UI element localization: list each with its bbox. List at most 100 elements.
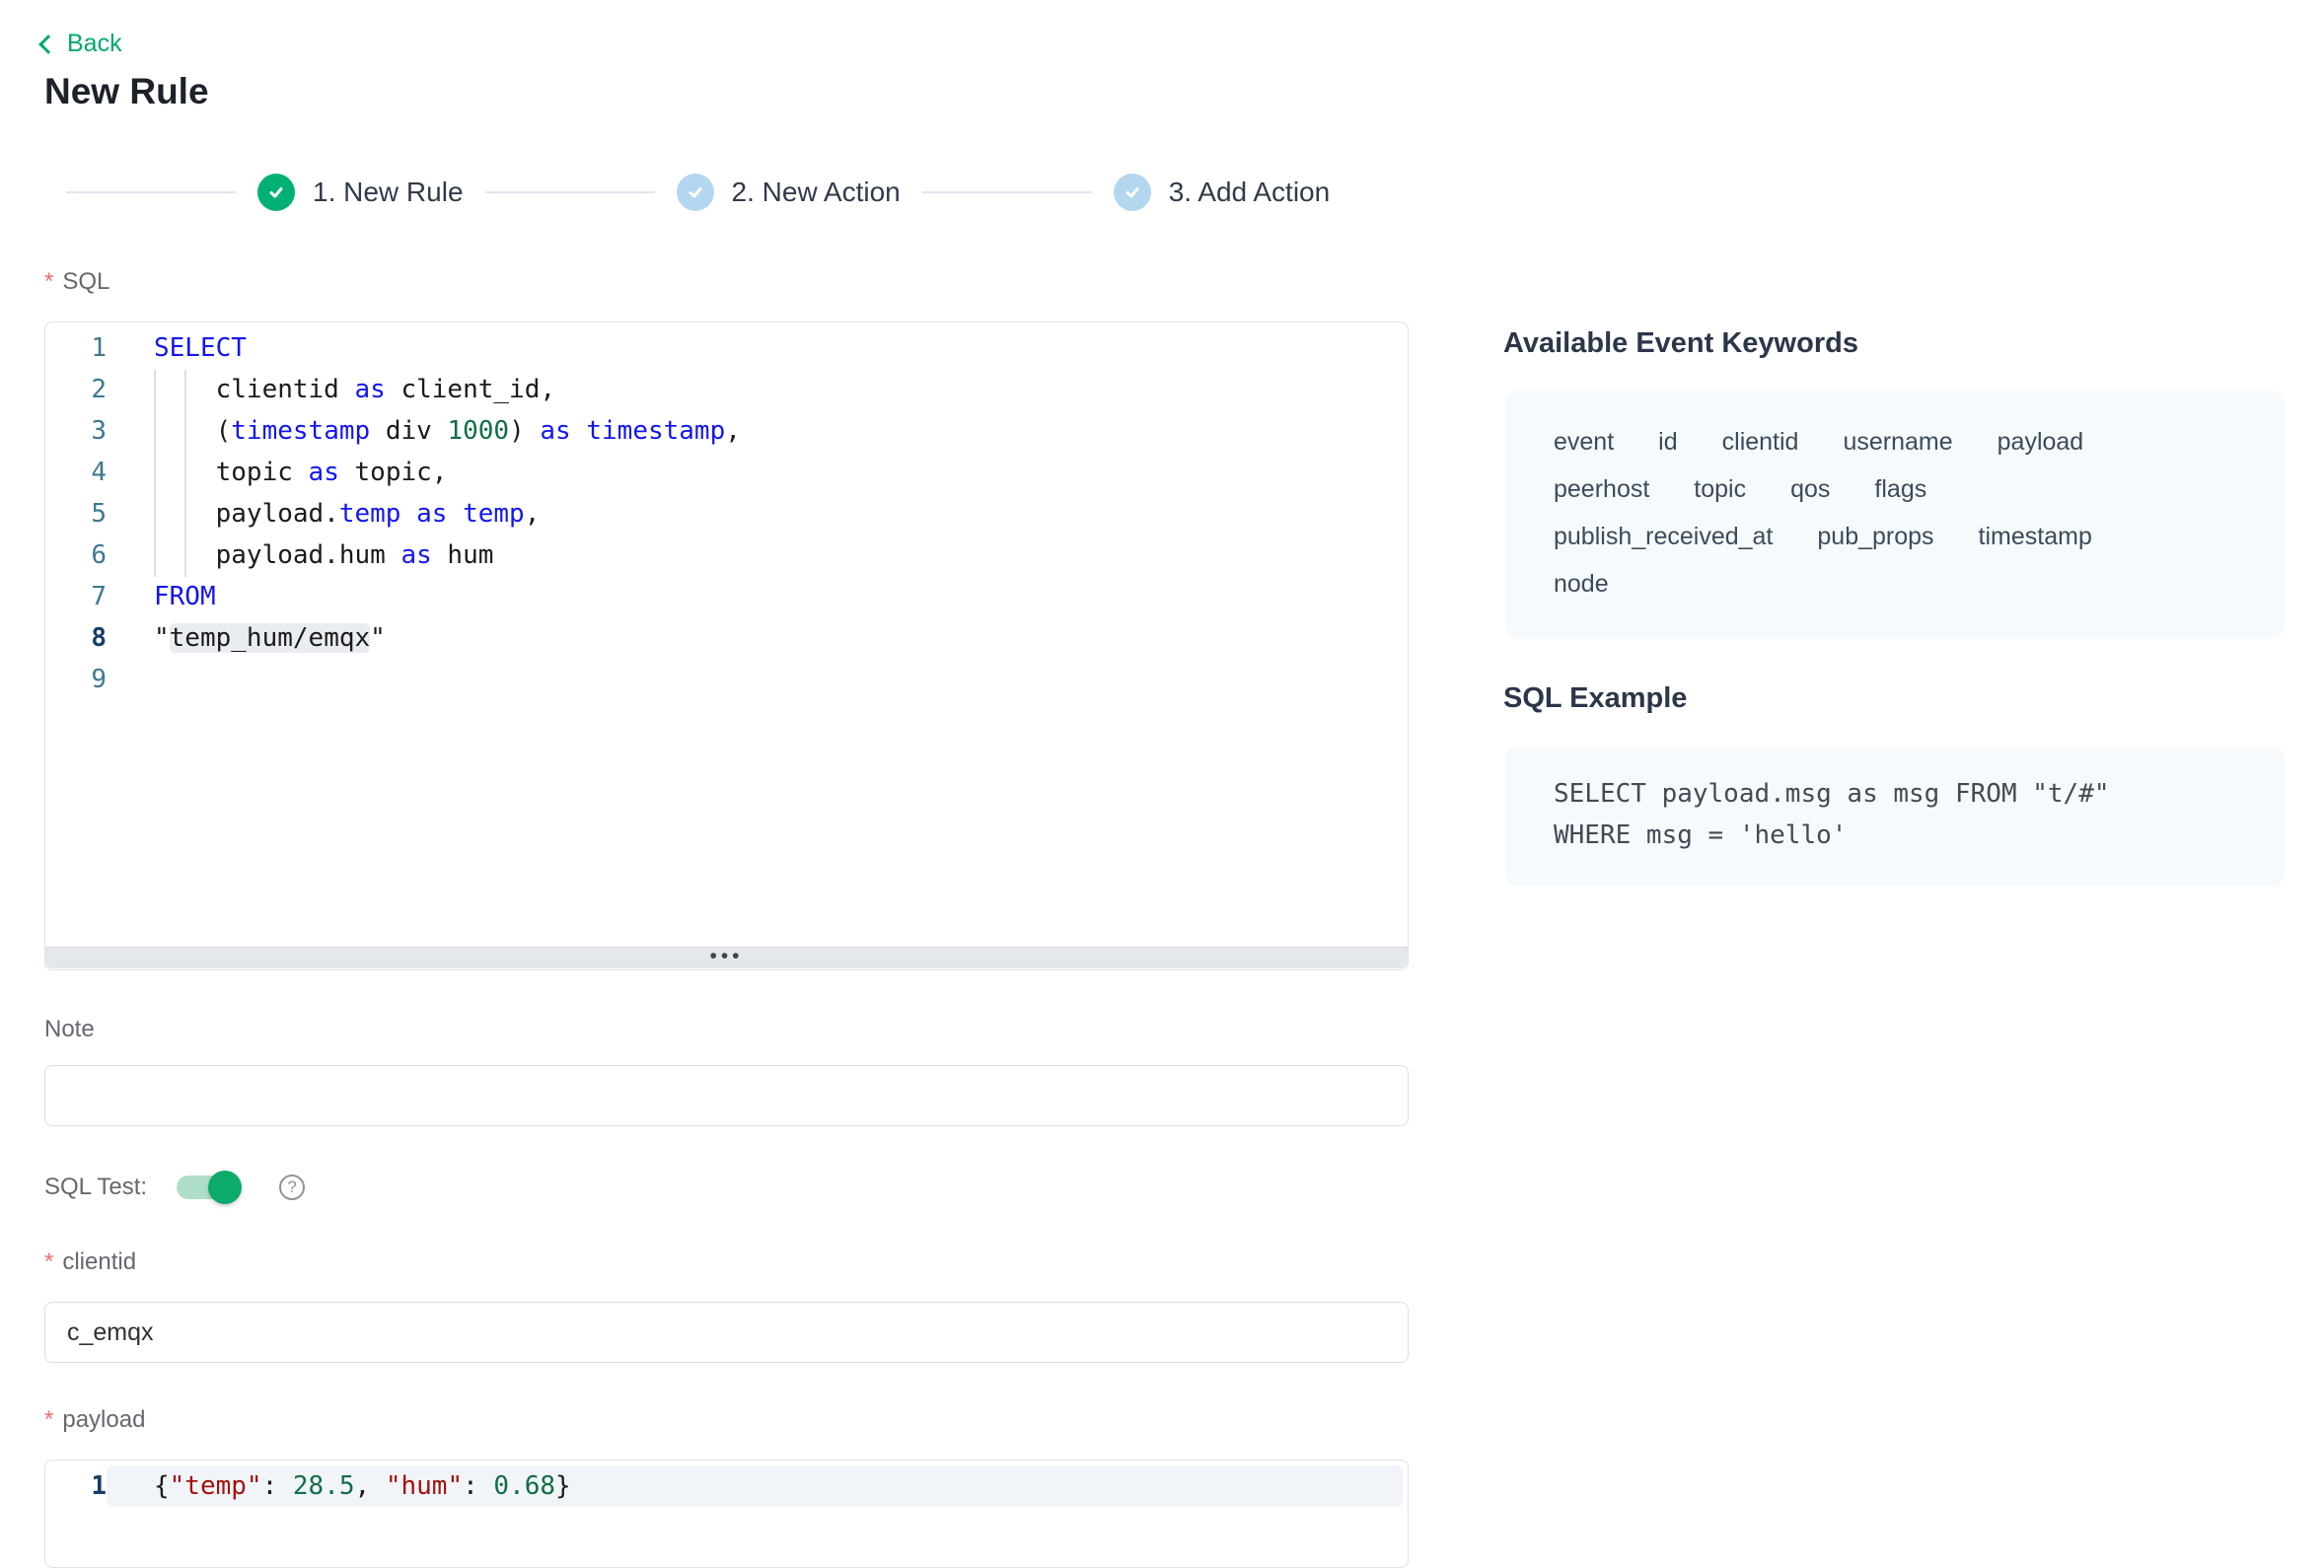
code-token: payload.hum bbox=[154, 540, 400, 570]
code-line: 8 "temp_hum/emqx" bbox=[45, 617, 1408, 659]
required-asterisk: * bbox=[44, 1406, 53, 1434]
code-token: ) bbox=[509, 416, 540, 446]
sql-field-label: * SQL bbox=[44, 268, 109, 296]
sql-test-row: SQL Test: ? bbox=[44, 1170, 305, 1205]
sql-example-line: WHERE msg = 'hello' bbox=[1554, 815, 2265, 856]
back-chevron-icon bbox=[38, 35, 58, 54]
code-token: ( bbox=[154, 416, 231, 446]
code-token: "temp" bbox=[170, 1471, 262, 1501]
code-line: 1 SELECT bbox=[45, 327, 1408, 369]
event-keyword: pub_props bbox=[1817, 523, 1933, 551]
wizard-step[interactable]: 1. New Rule bbox=[44, 174, 464, 211]
keywords-panel: event id clientid username payload peerh… bbox=[1505, 391, 2285, 639]
line-content: clientid as client_id, bbox=[107, 369, 1403, 410]
toggle-knob bbox=[208, 1171, 242, 1204]
code-token: topic, bbox=[339, 458, 448, 487]
line-number: 6 bbox=[45, 535, 107, 576]
sql-test-label: SQL Test: bbox=[44, 1174, 147, 1201]
code-token: FROM bbox=[154, 582, 216, 611]
code-line: 5 payload.temp as temp, bbox=[45, 493, 1408, 535]
keywords-panel-title: Available Event Keywords bbox=[1503, 327, 1858, 360]
code-token: , bbox=[725, 416, 741, 446]
payload-code-editor[interactable]: 1 {"temp": 28.5, "hum": 0.68} bbox=[44, 1460, 1409, 1568]
sql-example-box: SELECT payload.msg as msg FROM "t/#" WHE… bbox=[1505, 747, 2285, 887]
editor-resize-handle[interactable]: ••• bbox=[45, 947, 1408, 968]
code-token: as bbox=[309, 458, 339, 487]
code-token: as bbox=[355, 375, 386, 404]
check-icon bbox=[1123, 182, 1142, 202]
line-number: 4 bbox=[45, 452, 107, 493]
help-icon[interactable]: ? bbox=[279, 1175, 305, 1200]
code-line: 6 payload.hum as hum bbox=[45, 535, 1408, 576]
resize-dots-icon: ••• bbox=[709, 952, 743, 962]
code-token: SELECT bbox=[154, 333, 247, 363]
code-token: topic bbox=[154, 458, 309, 487]
line-content bbox=[107, 659, 1403, 700]
line-content: payload.temp as temp, bbox=[107, 493, 1403, 535]
line-number: 1 bbox=[45, 1465, 107, 1507]
code-token: , bbox=[525, 499, 541, 529]
line-number: 5 bbox=[45, 493, 107, 535]
code-token: } bbox=[555, 1471, 571, 1501]
code-token: temp bbox=[463, 499, 525, 529]
line-content: payload.hum as hum bbox=[107, 535, 1403, 576]
code-token: "hum" bbox=[386, 1471, 463, 1501]
code-token: 1000 bbox=[447, 416, 509, 446]
code-token: : bbox=[463, 1471, 493, 1501]
payload-label-text: payload bbox=[62, 1406, 145, 1434]
clientid-field-label: * clientid bbox=[44, 1248, 136, 1276]
code-token: temp_hum/emqx bbox=[170, 623, 371, 653]
code-token: timestamp bbox=[586, 416, 725, 446]
event-keyword: flags bbox=[1874, 475, 1926, 504]
code-line: 2 clientid as client_id, bbox=[45, 369, 1408, 410]
code-token: as bbox=[400, 540, 431, 570]
keyword-row: event id clientid username payload bbox=[1554, 418, 2255, 465]
step-label: 3. Add Action bbox=[1169, 177, 1330, 208]
check-icon bbox=[686, 182, 705, 202]
step-check-circle bbox=[1114, 174, 1151, 211]
clientid-label-text: clientid bbox=[62, 1248, 136, 1276]
line-number: 3 bbox=[45, 410, 107, 452]
code-token: div bbox=[370, 416, 447, 446]
code-line: 7 FROM bbox=[45, 576, 1408, 617]
wizard-step[interactable]: 3. Add Action bbox=[901, 174, 1330, 211]
code-token: payload. bbox=[154, 499, 339, 529]
code-line: 4 topic as topic, bbox=[45, 452, 1408, 493]
keyword-row: node bbox=[1554, 560, 2255, 607]
payload-field-label: * payload bbox=[44, 1406, 145, 1434]
note-field-label: Note bbox=[44, 1016, 95, 1043]
check-icon bbox=[266, 182, 286, 202]
keyword-row: peerhost topic qos flags bbox=[1554, 465, 2255, 513]
line-number: 9 bbox=[45, 659, 107, 700]
event-keyword: timestamp bbox=[1979, 523, 2092, 551]
required-asterisk: * bbox=[44, 1248, 53, 1276]
step-check-circle bbox=[257, 174, 295, 211]
event-keyword: id bbox=[1658, 428, 1677, 457]
line-content: "temp_hum/emqx" bbox=[107, 617, 1403, 659]
code-token: 28.5 bbox=[293, 1471, 355, 1501]
clientid-input[interactable] bbox=[44, 1302, 1409, 1363]
sql-test-toggle[interactable] bbox=[177, 1176, 240, 1199]
wizard-step[interactable]: 2. New Action bbox=[464, 174, 901, 211]
line-content: {"temp": 28.5, "hum": 0.68} bbox=[107, 1465, 1403, 1507]
code-token: timestamp bbox=[231, 416, 370, 446]
code-token: : bbox=[262, 1471, 293, 1501]
sql-code-editor[interactable]: 1 SELECT 2 clientid as client_id, 3 (tim… bbox=[44, 321, 1409, 970]
line-content: topic as topic, bbox=[107, 452, 1403, 493]
code-token: client_id, bbox=[386, 375, 555, 404]
step-check-circle bbox=[677, 174, 714, 211]
line-number: 8 bbox=[45, 617, 107, 659]
sql-editor-body[interactable]: 1 SELECT 2 clientid as client_id, 3 (tim… bbox=[45, 322, 1408, 947]
step-label: 1. New Rule bbox=[313, 177, 464, 208]
line-content: SELECT bbox=[107, 327, 1403, 369]
code-token: 0.68 bbox=[493, 1471, 555, 1501]
line-number: 2 bbox=[45, 369, 107, 410]
back-link[interactable]: Back bbox=[41, 30, 122, 58]
note-label-text: Note bbox=[44, 1016, 95, 1043]
event-keyword: clientid bbox=[1722, 428, 1799, 457]
payload-editor-body[interactable]: 1 {"temp": 28.5, "hum": 0.68} bbox=[45, 1461, 1408, 1507]
note-input[interactable] bbox=[44, 1065, 1409, 1126]
code-token: temp bbox=[339, 499, 401, 529]
sql-label-text: SQL bbox=[62, 268, 109, 296]
indent-guide bbox=[184, 370, 186, 577]
